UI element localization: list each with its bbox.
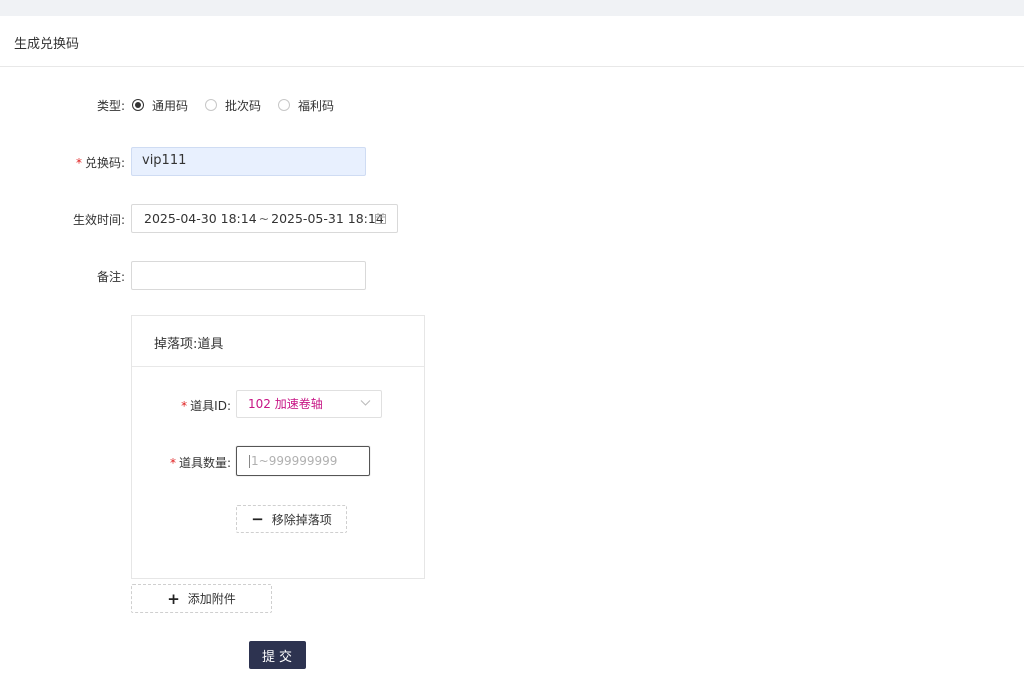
plus-icon: + <box>167 589 180 608</box>
end-date: 2025-05-31 18:14 <box>271 211 384 226</box>
remark-label: 备注: <box>96 270 125 284</box>
page-title: 生成兑换码 <box>14 37 80 52</box>
submit-button[interactable]: 提交 <box>249 641 306 669</box>
chevron-down-icon <box>360 400 371 406</box>
panel-header: 掉落项:道具 <box>132 316 424 367</box>
type-label: 类型: <box>96 99 125 113</box>
item-count-input[interactable]: 1~999999999 <box>236 446 370 476</box>
item-id-label: * 道具ID: <box>181 399 231 413</box>
radio-checked-icon <box>132 99 144 111</box>
item-id-selected: 102 加速卷轴 <box>248 397 323 411</box>
radio-unchecked-icon <box>278 99 290 111</box>
remove-button-label: 移除掉落项 <box>271 512 332 527</box>
text-caret <box>249 455 250 468</box>
code-input[interactable]: vip111 <box>131 147 366 176</box>
top-strip <box>0 0 1024 16</box>
remove-drop-item-button[interactable]: − 移除掉落项 <box>236 505 347 533</box>
radio-general-code[interactable]: 通用码 <box>132 97 188 113</box>
minus-icon: − <box>251 510 264 528</box>
page-header: 生成兑换码 <box>0 16 1024 67</box>
radio-unchecked-icon <box>205 99 217 111</box>
radio-label: 福利码 <box>298 98 335 113</box>
add-attachment-button[interactable]: + 添加附件 <box>131 584 272 613</box>
date-separator: ~ <box>258 211 270 226</box>
required-mark: * <box>75 156 82 170</box>
code-label: * 兑换码: <box>75 156 125 170</box>
date-range-picker[interactable]: 2025-04-30 18:14 ~ 2025-05-31 18:14 <box>131 204 398 233</box>
required-mark: * <box>181 399 188 413</box>
required-mark: * <box>169 456 176 470</box>
radio-batch-code[interactable]: 批次码 <box>205 97 261 113</box>
radio-welfare-code[interactable]: 福利码 <box>278 97 334 113</box>
add-attachment-label: 添加附件 <box>187 592 236 606</box>
item-id-select[interactable]: 102 加速卷轴 <box>236 390 382 418</box>
effective-time-label: 生效时间: <box>72 213 125 227</box>
panel-title: 掉落项:道具 <box>154 337 224 352</box>
start-date: 2025-04-30 18:14 <box>144 211 257 226</box>
item-count-placeholder: 1~999999999 <box>251 454 338 468</box>
radio-label: 批次码 <box>225 98 262 113</box>
calendar-icon <box>375 213 386 224</box>
remark-input[interactable] <box>131 261 366 290</box>
radio-label: 通用码 <box>152 98 189 113</box>
item-count-label: * 道具数量: <box>169 456 231 470</box>
